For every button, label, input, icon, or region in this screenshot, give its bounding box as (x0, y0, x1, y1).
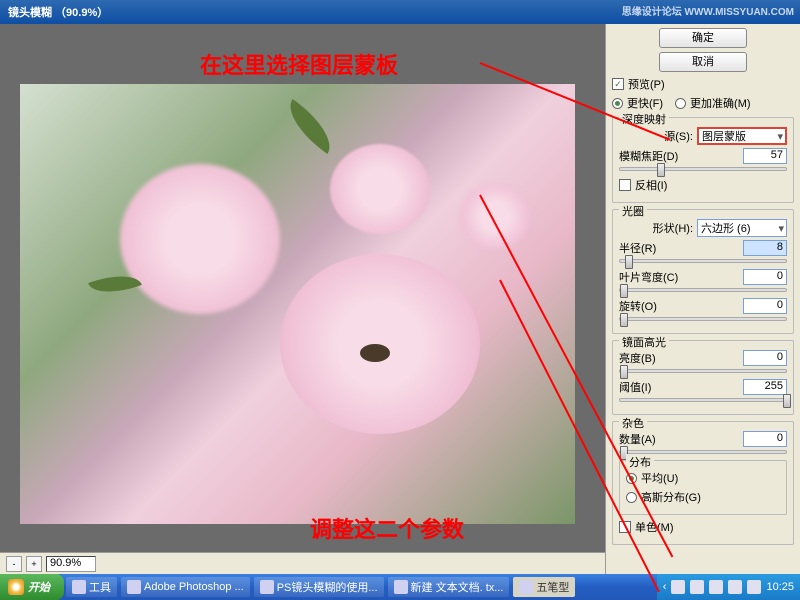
uniform-label: 平均(U) (641, 470, 678, 486)
shape-select[interactable]: 六边形 (6) (697, 219, 787, 237)
zoom-in-button[interactable]: + (26, 556, 42, 572)
accurate-radio[interactable] (675, 98, 686, 109)
system-tray: ‹ 10:25 (657, 574, 800, 600)
cancel-button[interactable]: 取消 (659, 52, 747, 72)
source-label: 源(S): (619, 128, 693, 144)
preview-area: 在这里选择图层蒙板 调整这二个参数 - + 90.9% (0, 24, 605, 574)
radius-label: 半径(R) (619, 240, 739, 256)
annotation-bottom: 调整这二个参数 (310, 512, 464, 544)
iris-title: 光圈 (619, 203, 647, 219)
taskbar-item[interactable]: 工具 (66, 577, 117, 597)
tray-icon[interactable] (747, 580, 761, 594)
threshold-label: 阈值(I) (619, 379, 739, 395)
faster-radio[interactable] (612, 98, 623, 109)
noise-group: 杂色 数量(A) 0 分布 平均(U) 高斯分布(G) 单色(M) (612, 421, 794, 545)
invert-checkbox[interactable] (619, 179, 631, 191)
rotation-label: 旋转(O) (619, 298, 739, 314)
gaussian-radio[interactable] (626, 492, 637, 503)
tray-icon[interactable] (671, 580, 685, 594)
settings-panel: 确定 取消 ✓ 预览(P) 更快(F) 更加准确(M) 深度映射 源(S): 图… (605, 24, 800, 574)
image-icon (260, 580, 274, 594)
faster-label: 更快(F) (627, 95, 663, 111)
watermark-text: 思缘设计论坛 WWW.MISSYUAN.COM (622, 3, 794, 18)
brightness-label: 亮度(B) (619, 350, 739, 366)
ime-indicator[interactable]: 五笔型 (513, 577, 575, 597)
taskbar-item[interactable]: PS镜头模糊的使用... (254, 577, 384, 597)
threshold-input[interactable]: 255 (743, 379, 787, 395)
source-select[interactable]: 图层蒙版 (697, 127, 787, 145)
amount-label: 数量(A) (619, 431, 739, 447)
accurate-label: 更加准确(M) (690, 95, 751, 111)
invert-label: 反相(I) (635, 177, 667, 193)
preview-image[interactable] (20, 84, 575, 524)
iris-group: 光圈 形状(H): 六边形 (6) 半径(R) 8 叶片弯度(C) 0 旋转(O… (612, 209, 794, 334)
tray-icon[interactable] (690, 580, 704, 594)
radius-slider[interactable] (619, 259, 787, 263)
rotation-input[interactable]: 0 (743, 298, 787, 314)
start-button[interactable]: 开始 (0, 574, 64, 600)
notepad-icon (394, 580, 408, 594)
curvature-input[interactable]: 0 (743, 269, 787, 285)
preview-label: 预览(P) (628, 76, 665, 92)
taskbar: 开始 工具 Adobe Photoshop ... PS镜头模糊的使用... 新… (0, 574, 800, 600)
distribution-title: 分布 (626, 454, 654, 470)
photoshop-icon (127, 580, 141, 594)
tray-icon[interactable] (709, 580, 723, 594)
zoom-field[interactable]: 90.9% (46, 556, 96, 572)
brightness-input[interactable]: 0 (743, 350, 787, 366)
threshold-slider[interactable] (619, 398, 787, 402)
preview-checkbox[interactable]: ✓ (612, 78, 624, 90)
radius-input[interactable]: 8 (743, 240, 787, 256)
depth-map-group: 深度映射 源(S): 图层蒙版 模糊焦距(D) 57 反相(I) (612, 117, 794, 203)
focal-input[interactable]: 57 (743, 148, 787, 164)
focal-slider[interactable] (619, 167, 787, 171)
dialog-titlebar: 镜头模糊 （90.9%） 思缘设计论坛 WWW.MISSYUAN.COM (0, 0, 800, 24)
preview-bottom-bar: - + 90.9% (0, 552, 605, 574)
taskbar-item[interactable]: Adobe Photoshop ... (121, 577, 250, 597)
ime-icon (519, 580, 533, 594)
dialog-title: 镜头模糊 （90.9%） (8, 4, 108, 20)
taskbar-item[interactable]: 新建 文本文档. tx... (388, 577, 510, 597)
brightness-slider[interactable] (619, 369, 787, 373)
clock[interactable]: 10:25 (766, 581, 794, 593)
amount-input[interactable]: 0 (743, 431, 787, 447)
curvature-label: 叶片弯度(C) (619, 269, 739, 285)
windows-icon (8, 579, 24, 595)
tray-expand-icon[interactable]: ‹ (663, 581, 667, 593)
rotation-slider[interactable] (619, 317, 787, 321)
curvature-slider[interactable] (619, 288, 787, 292)
specular-title: 镜面高光 (619, 334, 669, 350)
specular-group: 镜面高光 亮度(B) 0 阈值(I) 255 (612, 340, 794, 415)
shape-label: 形状(H): (619, 220, 693, 236)
annotation-top: 在这里选择图层蒙板 (200, 48, 398, 80)
zoom-out-button[interactable]: - (6, 556, 22, 572)
noise-title: 杂色 (619, 415, 647, 431)
gaussian-label: 高斯分布(G) (641, 489, 701, 505)
depth-map-title: 深度映射 (619, 111, 669, 127)
ok-button[interactable]: 确定 (659, 28, 747, 48)
folder-icon (72, 580, 86, 594)
volume-icon[interactable] (728, 580, 742, 594)
focal-label: 模糊焦距(D) (619, 148, 739, 164)
